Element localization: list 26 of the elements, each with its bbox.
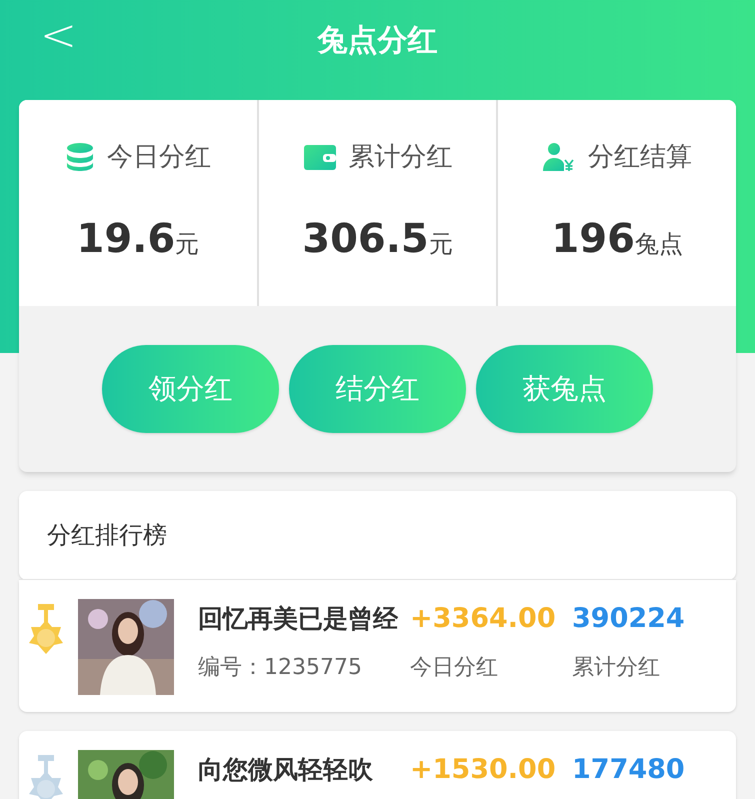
wallet-icon [302,142,336,172]
section-title: 分红排行榜 [47,520,167,551]
today-label: 今日分红 [410,654,499,682]
today-amount: +1530.00 [410,752,557,787]
user-name: 向您微风轻轻吹 [198,754,374,786]
stat-value: 19.6元 [76,214,200,264]
total-amount: 390224 [572,602,685,636]
stat-label: 今日分红 [106,140,211,174]
back-button[interactable]: < [40,14,77,58]
stat-label: 分红结算 [588,140,692,174]
action-button[interactable]: 结分红 [289,345,466,433]
total-label: 累计分红 [572,654,660,682]
ranking-row[interactable]: 回忆再美已是曾经 +3364.00 390224 编号：1235775 今日分红 累计分红 [19,580,736,712]
user-name: 回忆再美已是曾经 [198,603,399,636]
stat-label: 累计分红 [348,140,452,174]
user-yen-icon [542,142,576,172]
action-button[interactable]: 领分红 [102,345,279,433]
page-title: 兔点分红 [318,22,438,60]
stat-value: 306.5元 [302,214,453,264]
ranking-row[interactable]: 向您微风轻轻吹 +1530.00 177480 [19,731,736,799]
user-id: 编号：1235775 [198,654,363,682]
coin-stack-icon [64,142,95,172]
today-amount: +3364.00 [410,602,557,636]
action-button[interactable]: 获兔点 [476,345,653,433]
stat-value: 196兔点 [551,214,683,264]
total-amount: 177480 [572,752,685,787]
